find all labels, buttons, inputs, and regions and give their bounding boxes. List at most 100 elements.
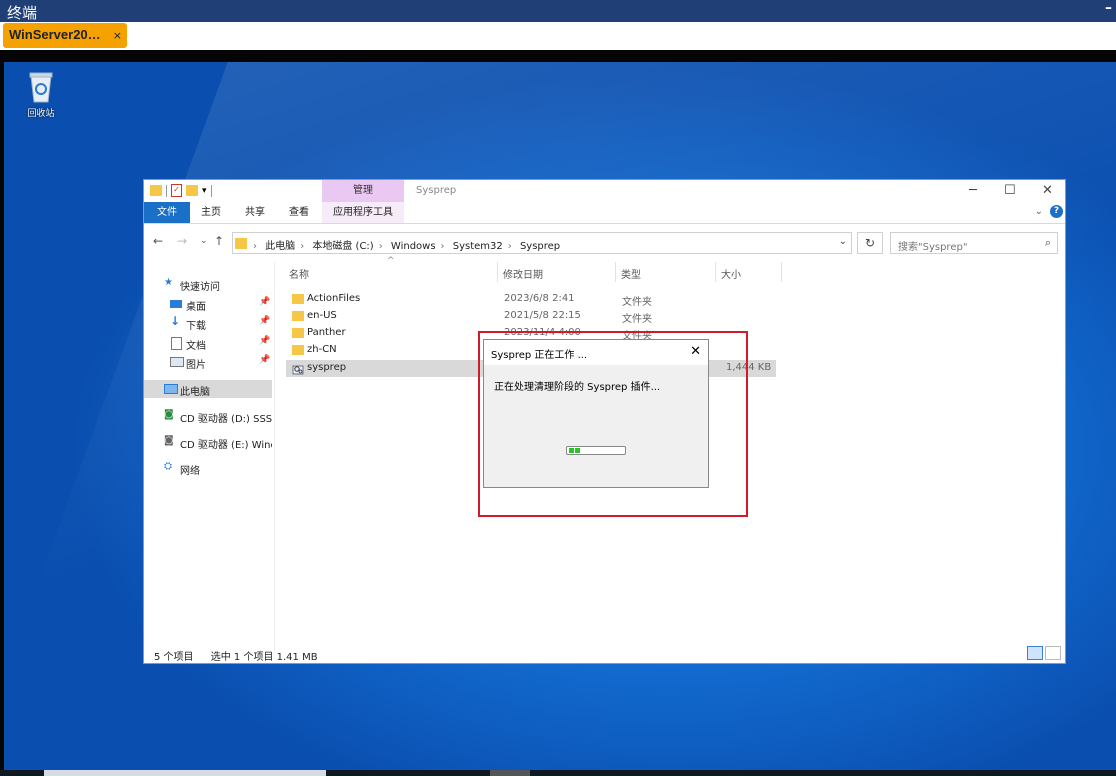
maximize-icon[interactable]: ☐ xyxy=(1004,183,1016,198)
navigation-row: ← → ⌄ ↑ › 此电脑 › 本地磁盘 (C:) › Windows › Syste… xyxy=(144,231,1065,255)
file-name: sysprep xyxy=(307,362,347,373)
column-header-date[interactable]: 修改日期 xyxy=(503,266,543,281)
nav-quick-access[interactable]: ★ 快速访问 xyxy=(144,275,272,293)
folder-icon xyxy=(292,345,304,355)
breadcrumb: › 此电脑 › 本地磁盘 (C:) › Windows › System32 › Sys… xyxy=(253,237,565,252)
file-name: en-US xyxy=(307,310,337,321)
folder-icon xyxy=(292,328,304,338)
file-row[interactable]: en-US 2021/5/8 22:15 文件夹 xyxy=(286,308,776,325)
column-divider[interactable] xyxy=(497,262,498,282)
column-header-size[interactable]: 大小 xyxy=(721,266,741,281)
ribbon-expand-icon[interactable]: ⌄ xyxy=(1035,206,1043,217)
item-count: 5 个项目 xyxy=(154,652,194,663)
star-icon: ★ xyxy=(164,277,173,288)
session-tab-label: WinServer20… xyxy=(9,27,101,42)
nav-documents[interactable]: 文档 📌 xyxy=(144,334,272,352)
nav-desktop[interactable]: 桌面 📌 xyxy=(144,295,272,313)
pin-icon[interactable]: 📌 xyxy=(259,336,270,346)
status-bar: 5 个项目 选中 1 个项目 1.41 MB xyxy=(154,648,332,663)
crumb-separator: › xyxy=(440,241,445,252)
folder-icon xyxy=(292,294,304,304)
ribbon-tabs: 文件 主页 共享 查看 应用程序工具 ⌄ ? xyxy=(144,202,1065,224)
tab-share[interactable]: 共享 xyxy=(238,202,272,223)
session-tab[interactable]: WinServer20… × xyxy=(3,23,127,48)
nav-network[interactable]: ⛭ 网络 xyxy=(144,459,272,477)
minimize-icon[interactable]: ─ xyxy=(969,183,977,198)
minimize-button[interactable]: – xyxy=(1105,0,1112,16)
new-folder-icon[interactable] xyxy=(186,185,198,196)
crumb-local-disk[interactable]: 本地磁盘 (C:) xyxy=(312,241,373,252)
file-date: 2021/5/8 22:15 xyxy=(504,310,581,321)
tab-app-tools[interactable]: 应用程序工具 xyxy=(322,202,404,223)
forward-icon[interactable]: → xyxy=(177,234,187,248)
customize-dropdown-icon[interactable]: ▾ xyxy=(202,186,207,196)
nav-label: CD 驱动器 (E:) Winc xyxy=(180,440,272,451)
taskbar-segment[interactable] xyxy=(44,770,326,776)
recycle-bin[interactable]: 回收站 xyxy=(18,70,64,119)
refresh-button[interactable]: ↻ xyxy=(857,232,883,254)
back-icon[interactable]: ← xyxy=(153,234,163,248)
crumb-this-pc[interactable]: 此电脑 xyxy=(265,241,295,252)
column-divider[interactable] xyxy=(615,262,616,282)
tab-home[interactable]: 主页 xyxy=(194,202,228,223)
nav-downloads[interactable]: ↓ 下载 📌 xyxy=(144,314,272,332)
desktop-icon xyxy=(170,300,182,308)
tab-view[interactable]: 查看 xyxy=(282,202,316,223)
pictures-icon xyxy=(170,357,184,367)
file-row[interactable]: ActionFiles 2023/6/8 2:41 文件夹 xyxy=(286,291,776,308)
download-icon: ↓ xyxy=(170,314,181,328)
navigation-pane: ★ 快速访问 桌面 📌 ↓ 下载 📌 文档 📌 图片 📌 此电脑 ◙ CD 驱动… xyxy=(144,262,275,652)
column-header-type[interactable]: 类型 xyxy=(621,266,641,281)
large-icons-view-button[interactable] xyxy=(1045,646,1061,660)
document-icon xyxy=(171,337,182,350)
column-divider[interactable] xyxy=(781,262,782,282)
pin-icon[interactable]: 📌 xyxy=(259,316,270,326)
pin-icon[interactable]: 📌 xyxy=(259,297,270,307)
network-icon: ⛭ xyxy=(164,461,172,472)
crumb-system32[interactable]: System32 xyxy=(453,241,503,252)
nav-cd-drive-e[interactable]: ◙ CD 驱动器 (E:) Winc xyxy=(144,433,272,451)
gear-icon xyxy=(292,363,304,375)
search-icon[interactable]: ⌕ xyxy=(1045,236,1051,250)
nav-label: 此电脑 xyxy=(180,387,210,398)
up-icon[interactable]: ↑ xyxy=(214,234,224,248)
remote-top-bar xyxy=(0,50,1116,62)
address-dropdown-icon[interactable]: ⌄ xyxy=(839,236,847,247)
cd-drive-icon: ◙ xyxy=(164,409,174,420)
crumb-separator: › xyxy=(300,241,305,252)
nav-pictures[interactable]: 图片 📌 xyxy=(144,353,272,371)
taskbar-segment[interactable] xyxy=(490,770,530,776)
crumb-separator: › xyxy=(378,241,383,252)
column-divider[interactable] xyxy=(715,262,716,282)
sort-ascending-icon: ^ xyxy=(387,256,395,266)
context-tab-manage: 管理 xyxy=(322,180,404,202)
taskbar xyxy=(0,770,1116,776)
pin-icon[interactable]: 📌 xyxy=(259,355,270,365)
search-box[interactable]: 搜索"Sysprep" ⌕ xyxy=(890,232,1058,254)
column-header-name[interactable]: 名称 xyxy=(289,266,309,281)
separator xyxy=(166,184,167,197)
selection-info: 选中 1 个项目 1.41 MB xyxy=(210,652,318,663)
recent-dropdown-icon[interactable]: ⌄ xyxy=(200,236,208,246)
crumb-windows[interactable]: Windows xyxy=(391,241,436,252)
crumb-sysprep[interactable]: Sysprep xyxy=(520,241,560,252)
crumb-separator: › xyxy=(253,241,257,252)
file-name: ActionFiles xyxy=(307,293,361,304)
help-icon[interactable]: ? xyxy=(1050,205,1063,218)
window-title: Sysprep xyxy=(416,185,457,196)
address-bar[interactable]: › 此电脑 › 本地磁盘 (C:) › Windows › System32 › Sys… xyxy=(232,232,852,254)
folder-icon[interactable] xyxy=(150,185,162,196)
tab-file[interactable]: 文件 xyxy=(144,202,190,223)
nav-label: 网络 xyxy=(180,466,200,477)
nav-label: 图片 xyxy=(186,360,206,371)
details-view-button[interactable] xyxy=(1027,646,1043,660)
properties-icon[interactable]: ✓ xyxy=(171,184,182,197)
folder-icon xyxy=(292,311,304,321)
cd-drive-icon: ◙ xyxy=(164,435,174,446)
close-icon[interactable]: ✕ xyxy=(1042,183,1053,198)
nav-this-pc[interactable]: 此电脑 xyxy=(144,380,272,398)
file-date: 2023/6/8 2:41 xyxy=(504,293,575,304)
close-tab-icon[interactable]: × xyxy=(113,29,122,42)
recycle-bin-label: 回收站 xyxy=(27,109,55,119)
nav-cd-drive-d[interactable]: ◙ CD 驱动器 (D:) SSS_ xyxy=(144,407,272,425)
